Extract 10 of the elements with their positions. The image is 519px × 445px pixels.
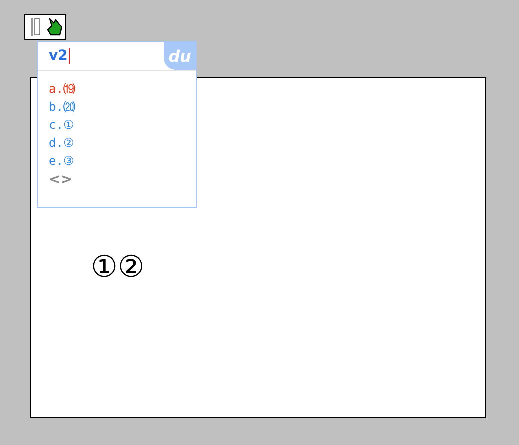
grip-icon[interactable] xyxy=(31,18,41,36)
paging-arrows[interactable]: <> xyxy=(49,170,72,190)
candidate-item[interactable]: b.⒇ xyxy=(49,98,76,116)
candidate-item[interactable]: c.① xyxy=(49,116,74,134)
candidate-item[interactable]: a.⒆ xyxy=(49,80,76,98)
brand-logo: du xyxy=(164,42,196,70)
candidate-item[interactable]: d.② xyxy=(49,134,74,152)
document-text: ①② xyxy=(91,250,145,285)
composition-text: v2 xyxy=(48,48,70,64)
candidate-item[interactable]: e.③ xyxy=(49,152,74,170)
